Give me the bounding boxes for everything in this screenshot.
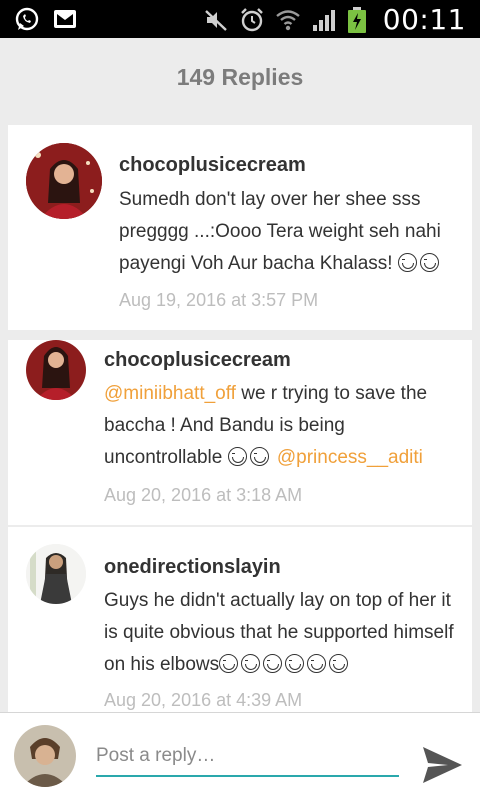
- comment-card: chocoplusicecream Sumedh don't lay over …: [8, 125, 472, 330]
- alarm-icon: [239, 7, 265, 33]
- send-icon[interactable]: [420, 743, 464, 787]
- laughing-emoji-icon: [219, 654, 239, 673]
- laughing-emoji-icon: [263, 654, 283, 673]
- whatsapp-icon: [14, 6, 40, 32]
- laughing-emoji-icon: [285, 654, 305, 673]
- reply-bar: [0, 712, 480, 800]
- clock: 00:11: [382, 3, 466, 36]
- comment-timestamp: Aug 20, 2016 at 3:18 AM: [104, 485, 303, 505]
- avatar[interactable]: [26, 143, 102, 219]
- laughing-emoji-icon: [397, 253, 417, 272]
- user-avatar[interactable]: [14, 725, 76, 787]
- mention-link[interactable]: @miniibhatt_off: [104, 383, 236, 404]
- replies-header: 149 Replies: [0, 38, 480, 116]
- battery-icon: [347, 6, 373, 33]
- avatar[interactable]: [26, 544, 86, 604]
- mention-link[interactable]: @princess__aditi: [277, 447, 423, 468]
- laughing-emoji-icon: [419, 253, 439, 272]
- comment-card: onedirectionslayin Guys he didn't actual…: [8, 527, 472, 712]
- wifi-icon: [275, 7, 301, 33]
- laughing-emoji-icon: [227, 447, 247, 466]
- comment-author[interactable]: chocoplusicecream: [119, 154, 306, 177]
- page-title: 149 Replies: [176, 64, 304, 90]
- comment-text: @miniibhatt_off we r trying to save the …: [104, 378, 462, 474]
- mute-icon: [203, 7, 229, 33]
- comment-card: chocoplusicecream @miniibhatt_off we r t…: [8, 340, 472, 525]
- reply-input[interactable]: [96, 737, 399, 777]
- comment-timestamp: Aug 19, 2016 at 3:57 PM: [119, 290, 319, 310]
- comment-author[interactable]: onedirectionslayin: [104, 556, 281, 579]
- laughing-emoji-icon: [241, 654, 261, 673]
- comment-text: Sumedh don't lay over her shee sss pregg…: [119, 184, 459, 280]
- laughing-emoji-icon: [307, 654, 327, 673]
- comment-timestamp: Aug 20, 2016 at 4:39 AM: [104, 690, 303, 710]
- status-bar: 00:11: [0, 0, 480, 38]
- comment-text-content: Sumedh don't lay over her shee sss pregg…: [119, 189, 441, 274]
- laughing-emoji-icon: [329, 654, 349, 673]
- comments-list[interactable]: chocoplusicecream Sumedh don't lay over …: [0, 116, 480, 712]
- signal-icon: [311, 7, 337, 33]
- comment-author[interactable]: chocoplusicecream: [104, 349, 291, 372]
- laughing-emoji-icon: [249, 447, 269, 466]
- comment-text: Guys he didn't actually lay on top of he…: [104, 585, 464, 681]
- avatar[interactable]: [26, 340, 86, 400]
- mail-icon: [52, 6, 78, 32]
